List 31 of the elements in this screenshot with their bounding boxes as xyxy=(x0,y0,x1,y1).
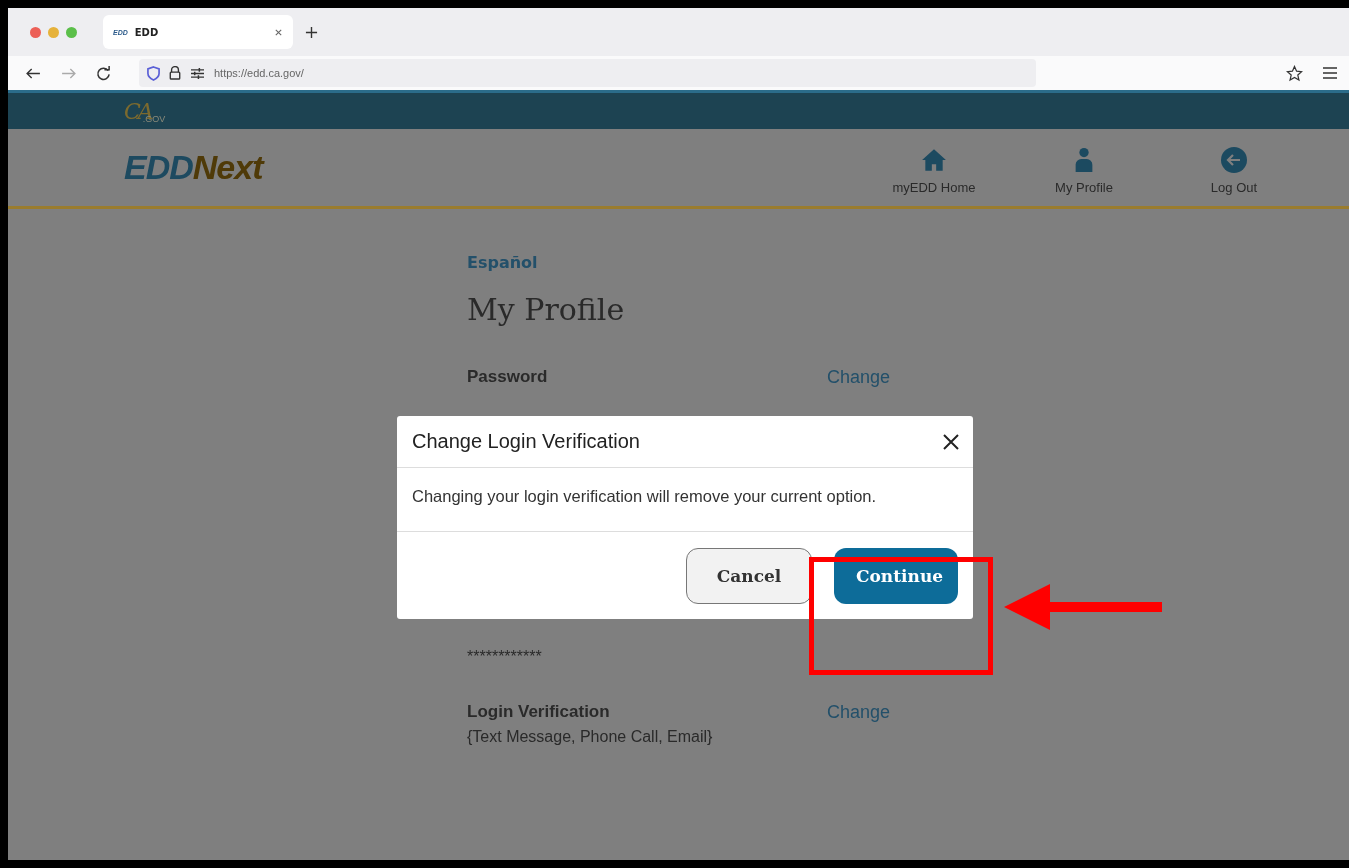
site-logo[interactable]: EDDNext xyxy=(124,148,263,187)
section-label: Login Verification xyxy=(467,702,611,722)
change-link[interactable]: Change xyxy=(827,367,907,388)
continue-button[interactable]: Continue xyxy=(834,548,958,604)
language-link[interactable]: Español xyxy=(467,253,907,272)
change-link[interactable]: Change xyxy=(827,702,907,723)
section-label: Password xyxy=(467,367,549,387)
shield-icon xyxy=(147,65,160,81)
arrow-left-icon xyxy=(1221,146,1247,173)
star-icon[interactable] xyxy=(1286,64,1303,82)
close-icon[interactable] xyxy=(942,432,960,451)
cancel-button[interactable]: Cancel xyxy=(686,548,812,604)
nav-link[interactable]: myEDD Home xyxy=(889,140,979,195)
window-control[interactable] xyxy=(30,26,41,38)
address-field[interactable]: https://edd.ca.gov/ xyxy=(139,59,1036,87)
section-value: {Text Message, Phone Call, Email} xyxy=(467,728,714,746)
dialog-title: Change Login Verification xyxy=(412,430,640,453)
new-tab-icon[interactable] xyxy=(305,25,318,39)
menu-icon[interactable] xyxy=(1323,67,1337,79)
url-text: https://edd.ca.gov/ xyxy=(214,67,304,79)
dialog-message: Changing your login verification will remove your current option. xyxy=(397,468,973,532)
nav-link[interactable]: My Profile xyxy=(1039,140,1129,195)
page-title: My Profile xyxy=(467,292,626,327)
nav-link[interactable]: Log Out xyxy=(1189,140,1279,195)
sliders-icon xyxy=(190,66,205,80)
tab-title: EDD xyxy=(134,26,159,38)
back-icon[interactable] xyxy=(26,67,41,79)
section-value: ************ xyxy=(467,648,543,666)
state-logo[interactable]: CA.GOV xyxy=(124,98,166,124)
reload-icon[interactable] xyxy=(96,65,111,81)
lock-icon xyxy=(169,66,181,80)
